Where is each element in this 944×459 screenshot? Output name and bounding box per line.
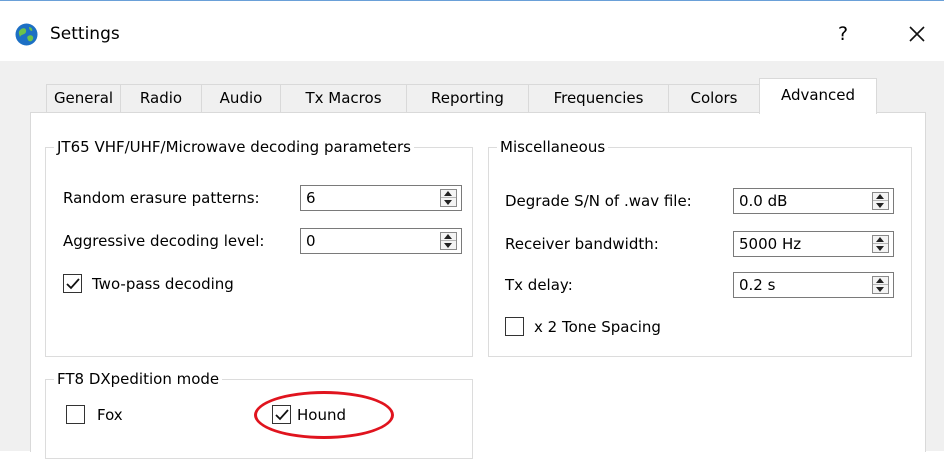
dialog-client-area: General Radio Audio Tx Macros Reporting …: [0, 61, 944, 459]
jt65-decoding-group: JT65 VHF/UHF/Microwave decoding paramete…: [45, 137, 473, 357]
receiver-bandwidth-spinbox[interactable]: 5000 Hz: [733, 231, 894, 257]
ft8-group-title: FT8 DXpedition mode: [54, 369, 223, 389]
tab-colors[interactable]: Colors: [668, 84, 760, 113]
degrade-sn-spinbox[interactable]: 0.0 dB: [733, 188, 894, 214]
receiver-bandwidth-label: Receiver bandwidth:: [505, 235, 659, 253]
close-icon: [909, 26, 925, 42]
miscellaneous-group: Miscellaneous Degrade S/N of .wav file: …: [488, 137, 912, 357]
tone-spacing-label: x 2 Tone Spacing: [534, 318, 661, 336]
spin-arrows-icon[interactable]: [440, 189, 457, 207]
degrade-sn-label: Degrade S/N of .wav file:: [505, 192, 692, 210]
hound-highlight-ellipse: [254, 391, 394, 439]
random-erasure-label: Random erasure patterns:: [63, 189, 260, 207]
two-pass-checkbox[interactable]: [63, 274, 82, 293]
tone-spacing-checkbox[interactable]: [505, 317, 524, 336]
two-pass-label: Two-pass decoding: [92, 275, 234, 293]
random-erasure-value: 6: [306, 189, 316, 207]
settings-window: Settings ? General Radio Audio Tx Macros…: [0, 0, 944, 459]
title-bar: Settings ?: [0, 1, 944, 61]
tab-tx-macros[interactable]: Tx Macros: [280, 84, 407, 113]
aggressive-level-spinbox[interactable]: 0: [300, 228, 462, 254]
receiver-bandwidth-value: 5000 Hz: [739, 235, 802, 253]
spin-arrows-icon[interactable]: [872, 192, 889, 210]
tx-delay-spinbox[interactable]: 0.2 s: [733, 272, 894, 298]
jt65-group-title: JT65 VHF/UHF/Microwave decoding paramete…: [54, 137, 414, 157]
misc-group-title: Miscellaneous: [497, 137, 609, 157]
spin-arrows-icon[interactable]: [872, 235, 889, 253]
advanced-tab-page: JT65 VHF/UHF/Microwave decoding paramete…: [30, 112, 926, 459]
tx-delay-label: Tx delay:: [505, 276, 573, 294]
tab-general[interactable]: General: [46, 84, 121, 113]
fox-label: Fox: [97, 406, 123, 424]
window-title: Settings: [50, 24, 120, 44]
spin-arrows-icon[interactable]: [872, 276, 889, 294]
tx-delay-value: 0.2 s: [739, 276, 776, 294]
tab-advanced[interactable]: Advanced: [759, 78, 877, 114]
globe-icon: [15, 23, 38, 46]
aggressive-level-value: 0: [306, 232, 316, 250]
tab-frequencies[interactable]: Frequencies: [528, 84, 669, 113]
close-button[interactable]: [900, 19, 934, 49]
tab-bar: General Radio Audio Tx Macros Reporting …: [46, 78, 926, 114]
tab-radio[interactable]: Radio: [120, 84, 202, 113]
help-button[interactable]: ?: [828, 21, 858, 47]
checkmark-icon: [66, 278, 80, 290]
aggressive-level-label: Aggressive decoding level:: [63, 232, 265, 250]
tab-reporting[interactable]: Reporting: [406, 84, 529, 113]
tab-audio[interactable]: Audio: [201, 84, 281, 113]
fox-checkbox[interactable]: [66, 405, 85, 424]
spin-arrows-icon[interactable]: [440, 232, 457, 250]
random-erasure-spinbox[interactable]: 6: [300, 185, 462, 211]
degrade-sn-value: 0.0 dB: [739, 192, 788, 210]
